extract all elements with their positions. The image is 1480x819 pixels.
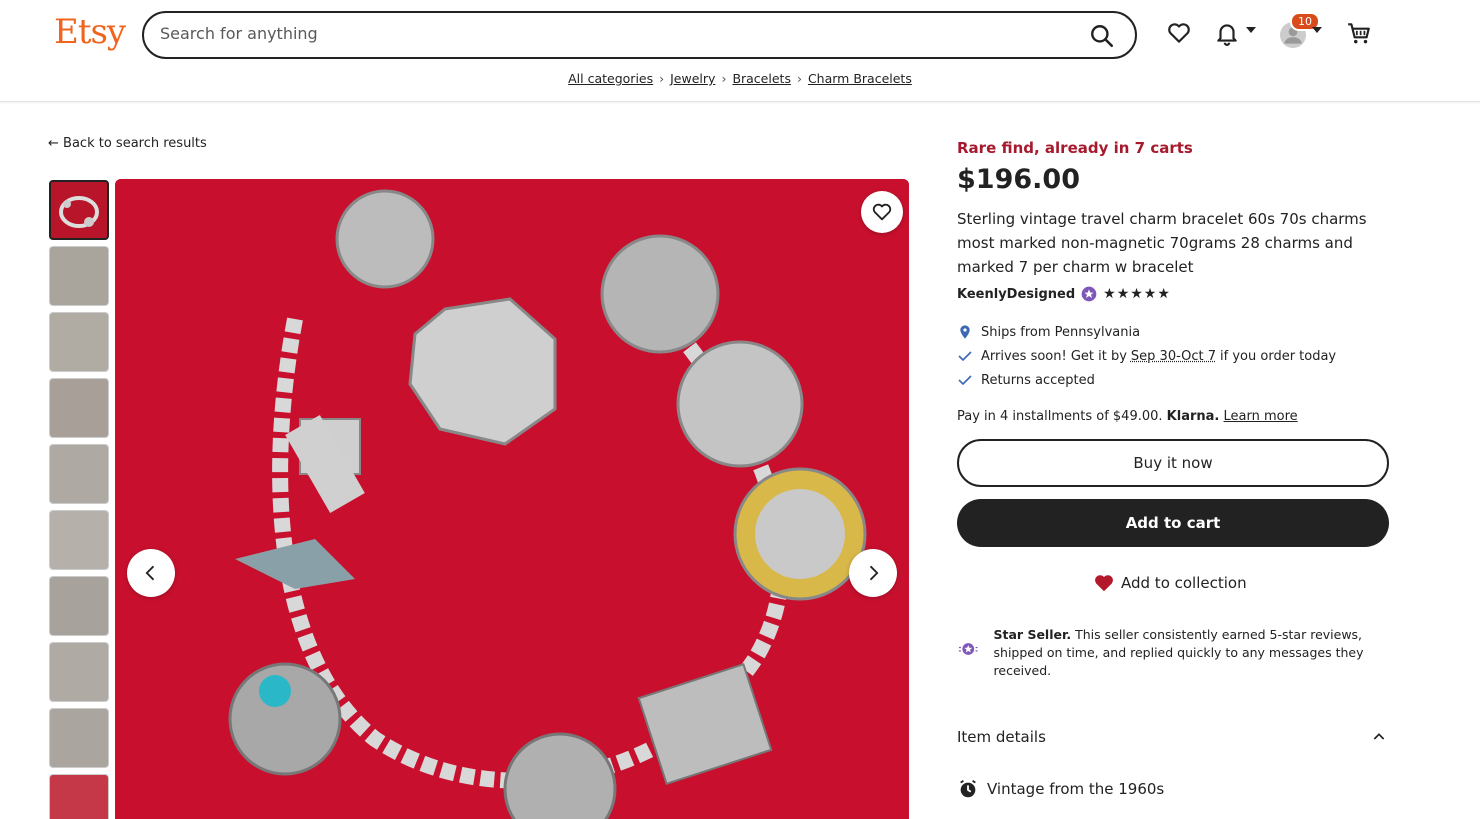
chevron-left-icon xyxy=(145,565,155,581)
chevron-up-icon xyxy=(1373,733,1385,740)
returns-row: Returns accepted xyxy=(957,372,1095,388)
ships-from-row: Ships from Pennsylvania xyxy=(957,324,1140,340)
add-to-cart-label: Add to cart xyxy=(1125,514,1221,532)
add-to-collection-label: Add to collection xyxy=(1121,574,1247,592)
shop-name-link[interactable]: KeenlyDesigned xyxy=(957,287,1075,302)
location-pin-icon xyxy=(960,325,970,339)
account-caret-icon[interactable] xyxy=(1312,27,1322,33)
star-seller-badge-icon xyxy=(1081,286,1097,302)
installments-text: Pay in 4 installments of $49.00. xyxy=(957,409,1163,424)
rating-stars[interactable]: ★★★★★ xyxy=(1103,286,1171,302)
product-title: Sterling vintage travel charm bracelet 6… xyxy=(957,210,1367,276)
star-seller-description: Star Seller. This seller consistently ea… xyxy=(994,626,1387,680)
thumbnail[interactable] xyxy=(49,774,109,819)
heart-filled-icon xyxy=(1095,575,1113,592)
bell-icon[interactable] xyxy=(1214,20,1240,46)
buy-it-now-button[interactable]: Buy it now xyxy=(957,439,1389,487)
back-to-search-link[interactable]: ← Back to search results xyxy=(48,136,207,151)
breadcrumb-all-categories[interactable]: All categories xyxy=(568,71,653,86)
chevron-right-icon: › xyxy=(721,71,727,86)
arrow-left-icon: ← xyxy=(48,136,59,151)
shop-info: KeenlyDesigned ★★★★★ xyxy=(957,286,1171,302)
thumbnail[interactable] xyxy=(49,444,109,504)
thumbnail[interactable] xyxy=(49,642,109,702)
arrival-dates-link[interactable]: Sep 30-Oct 7 xyxy=(1131,349,1216,364)
item-details-heading: Item details xyxy=(957,728,1046,746)
installments-info: Pay in 4 installments of $49.00. Klarna.… xyxy=(957,409,1298,424)
site-header: Etsy 10 All categories›Jewelry›Bracelets… xyxy=(0,0,1480,102)
breadcrumb-charm-bracelets[interactable]: Charm Bracelets xyxy=(808,71,912,86)
learn-more-link[interactable]: Learn more xyxy=(1224,409,1298,424)
search-icon[interactable] xyxy=(1089,23,1115,49)
chevron-right-icon: › xyxy=(659,71,665,86)
previous-image-button[interactable] xyxy=(127,549,175,597)
rare-find-notice: Rare find, already in 7 carts xyxy=(957,139,1193,157)
notifications-caret-icon[interactable] xyxy=(1246,27,1256,33)
product-image[interactable] xyxy=(115,179,909,819)
star-seller-info: Star Seller. This seller consistently ea… xyxy=(957,626,1387,680)
star-seller-title: Star Seller. xyxy=(993,627,1072,642)
check-icon xyxy=(958,351,972,362)
next-image-button[interactable] xyxy=(849,549,897,597)
vintage-text: Vintage from the 1960s xyxy=(987,780,1165,798)
klarna-label: Klarna. xyxy=(1166,409,1220,424)
favorite-button[interactable] xyxy=(861,191,903,233)
add-to-collection-button[interactable]: Add to collection xyxy=(1093,572,1247,594)
add-to-cart-button[interactable]: Add to cart xyxy=(957,499,1389,547)
thumbnail[interactable] xyxy=(49,312,109,372)
thumbnail[interactable] xyxy=(49,510,109,570)
thumbnail[interactable] xyxy=(49,246,109,306)
breadcrumb: All categories › Jewelry › Bracelets › Charm B… xyxy=(0,71,1480,86)
thumbnail[interactable] xyxy=(49,180,109,240)
etsy-logo[interactable]: Etsy xyxy=(54,12,126,52)
returns-text: Returns accepted xyxy=(981,372,1095,388)
thumbnail[interactable] xyxy=(49,708,109,768)
buy-it-now-label: Buy it now xyxy=(1133,454,1213,472)
search-bar xyxy=(142,11,1137,59)
chevron-right-icon xyxy=(869,565,879,581)
vintage-info: Vintage from the 1960s xyxy=(957,778,1164,800)
back-link-label: Back to search results xyxy=(63,136,207,151)
thumbnail[interactable] xyxy=(49,378,109,438)
heart-icon xyxy=(872,203,892,221)
arrival-prefix: Arrives soon! Get it by xyxy=(981,348,1127,364)
cart-icon[interactable] xyxy=(1346,20,1372,46)
price: $196.00 xyxy=(957,164,1080,195)
thumbnail-list xyxy=(49,180,109,819)
arrival-row: Arrives soon! Get it by Sep 30-Oct 7 if … xyxy=(957,348,1336,364)
breadcrumb-bracelets[interactable]: Bracelets xyxy=(732,71,791,86)
chevron-right-icon: › xyxy=(796,71,802,86)
arrival-suffix: if you order today xyxy=(1220,348,1337,364)
breadcrumb-jewelry[interactable]: Jewelry xyxy=(670,71,715,86)
clock-icon xyxy=(960,779,976,798)
check-icon xyxy=(958,375,972,386)
ships-from-text: Ships from Pennsylvania xyxy=(981,324,1141,340)
thumbnail[interactable] xyxy=(49,576,109,636)
item-details-toggle[interactable]: Item details xyxy=(957,728,1387,746)
favorites-heart-icon[interactable] xyxy=(1166,20,1192,46)
search-input[interactable] xyxy=(160,24,1060,43)
star-seller-icon xyxy=(958,643,978,655)
